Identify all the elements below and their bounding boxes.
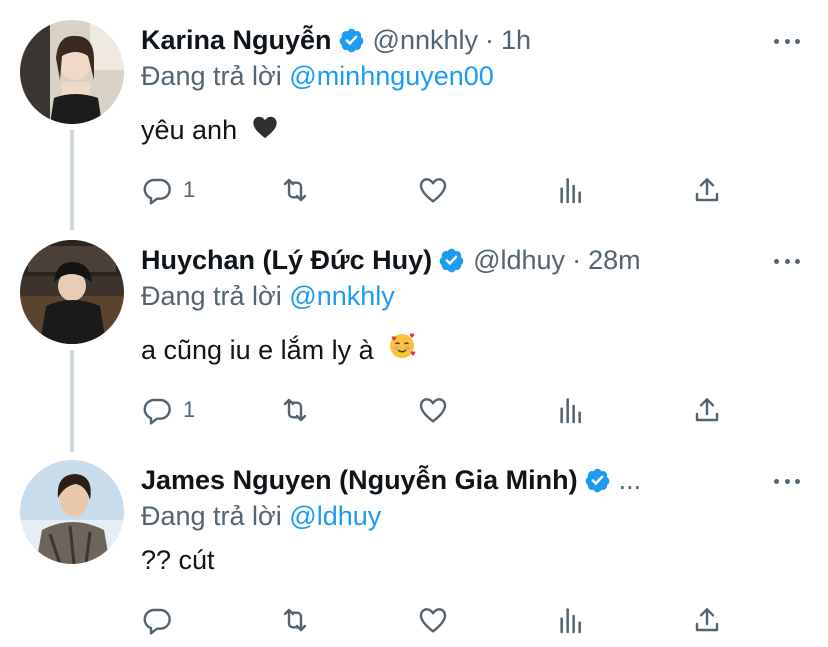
reply-button[interactable]: 1: [141, 390, 195, 430]
replying-to-label: Đang trả lời: [141, 501, 282, 531]
tweet-text: yêu anh: [141, 110, 279, 152]
tweet-text-content: ?? cút: [141, 545, 215, 575]
reply-icon: [143, 608, 171, 635]
like-button[interactable]: [417, 390, 449, 430]
retweet-button[interactable]: [279, 600, 311, 640]
reply-mention-link[interactable]: @nnkhly: [289, 281, 394, 311]
timestamp[interactable]: 1h: [501, 20, 531, 60]
retweet-icon: [283, 608, 307, 632]
analytics-button[interactable]: [555, 600, 587, 640]
verified-badge-icon: [584, 467, 611, 494]
avatar-image: [20, 20, 124, 124]
like-icon: [419, 178, 447, 203]
tweet-text: ?? cút: [141, 540, 215, 580]
analytics-icon: [560, 178, 581, 204]
replying-to: Đang trả lời @ldhuy: [141, 496, 381, 536]
more-options-icon[interactable]: [774, 248, 800, 274]
truncated-handle: ...: [618, 465, 642, 495]
reply-icon: [143, 178, 171, 205]
replying-to-label: Đang trả lời: [141, 281, 282, 311]
like-button[interactable]: [417, 600, 449, 640]
reply-count: 1: [183, 397, 196, 422]
user-handle[interactable]: @nnkhly: [373, 20, 478, 60]
share-icon: [695, 178, 719, 202]
user-handle[interactable]: @ldhuy: [473, 240, 565, 280]
display-name[interactable]: James Nguyen (Nguyễn Gia Minh): [141, 460, 578, 500]
separator-dot: ·: [572, 245, 582, 275]
tweet-text-content: a cũng iu e lắm ly à: [141, 335, 374, 365]
tweet-header: James Nguyen (Nguyễn Gia Minh) ...: [141, 460, 641, 500]
replying-to-label: Đang trả lời: [141, 61, 282, 91]
replying-to: Đang trả lời @minhnguyen00: [141, 56, 494, 96]
verified-badge-icon: [338, 27, 365, 54]
retweet-button[interactable]: [279, 390, 311, 430]
retweet-button[interactable]: [279, 170, 311, 210]
tweet-actions: 1: [141, 390, 741, 430]
reply-button[interactable]: [141, 600, 173, 640]
share-button[interactable]: [691, 600, 723, 640]
more-options-icon[interactable]: [774, 28, 800, 54]
like-button[interactable]: [417, 170, 449, 210]
more-options-icon[interactable]: [774, 468, 800, 494]
separator-dot: ·: [485, 25, 495, 55]
retweet-icon: [283, 178, 307, 202]
tweet-actions: 1: [141, 170, 741, 210]
analytics-button[interactable]: [555, 170, 587, 210]
avatar[interactable]: [20, 20, 124, 124]
avatar[interactable]: [20, 460, 124, 564]
tweet[interactable]: Karina Nguyễn @nnkhly · 1h Đang trả lời …: [0, 20, 828, 220]
reply-mention-link[interactable]: @minhnguyen00: [289, 61, 494, 91]
display-name[interactable]: Huychan (Lý Đức Huy): [141, 240, 432, 280]
smiling-face-with-hearts-emoji: [387, 331, 417, 372]
analytics-icon: [560, 398, 581, 424]
tweet-header: Huychan (Lý Đức Huy) @ldhuy · 28m: [141, 240, 641, 280]
like-icon: [419, 608, 447, 633]
share-button[interactable]: [691, 170, 723, 210]
tweet-text: a cũng iu e lắm ly à: [141, 330, 417, 372]
avatar-image: [20, 460, 124, 564]
verified-badge-icon: [438, 247, 465, 274]
share-icon: [695, 608, 719, 632]
share-button[interactable]: [691, 390, 723, 430]
tweet[interactable]: Huychan (Lý Đức Huy) @ldhuy · 28m Đang t…: [0, 240, 828, 440]
timestamp[interactable]: 28m: [588, 240, 641, 280]
avatar[interactable]: [20, 240, 124, 344]
share-icon: [695, 398, 719, 422]
like-icon: [419, 398, 447, 423]
tweet-header: Karina Nguyễn @nnkhly · 1h: [141, 20, 531, 60]
tweet-text-content: yêu anh: [141, 115, 238, 145]
reply-mention-link[interactable]: @ldhuy: [289, 501, 381, 531]
replying-to: Đang trả lời @nnkhly: [141, 276, 395, 316]
reply-icon: [143, 398, 171, 425]
retweet-icon: [283, 398, 307, 422]
avatar-image: [20, 240, 124, 344]
tweet-actions: [141, 600, 741, 640]
analytics-icon: [560, 608, 581, 634]
reply-count: 1: [183, 177, 196, 202]
reply-button[interactable]: 1: [141, 170, 195, 210]
tweet[interactable]: James Nguyen (Nguyễn Gia Minh) ... Đang …: [0, 460, 828, 647]
analytics-button[interactable]: [555, 390, 587, 430]
black-heart-emoji: [251, 112, 279, 152]
display-name[interactable]: Karina Nguyễn: [141, 20, 332, 60]
